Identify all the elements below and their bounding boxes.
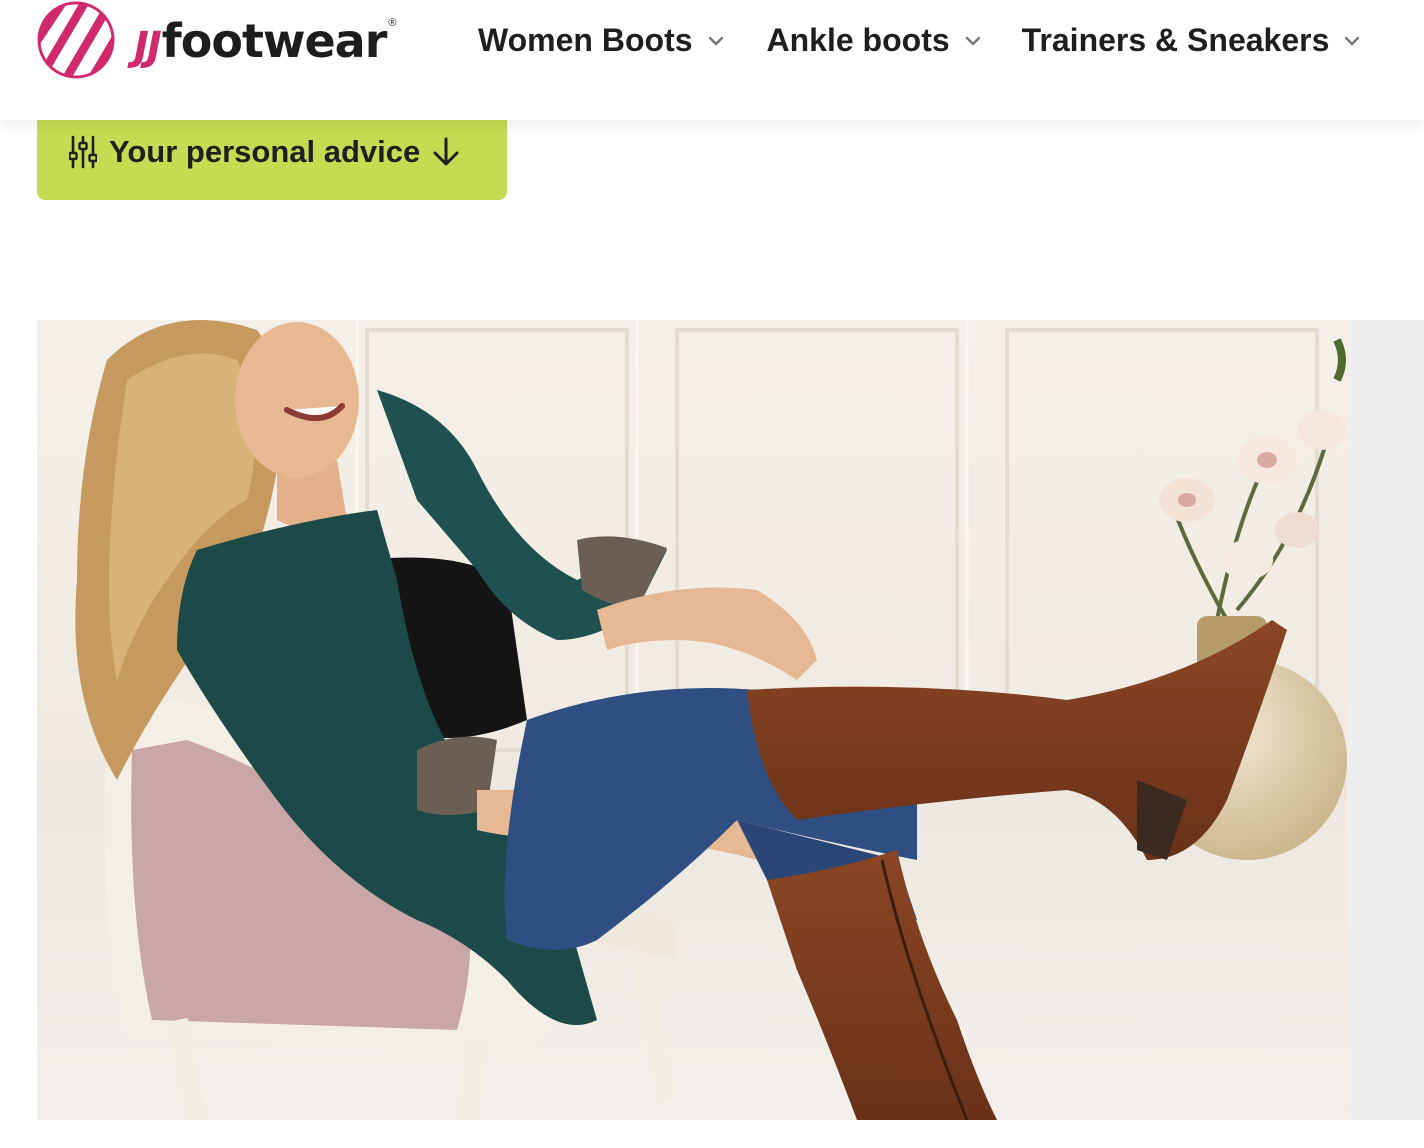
striped-globe-icon [37, 1, 115, 79]
registered-mark: ® [388, 17, 397, 29]
arrow-down-icon [433, 137, 459, 165]
nav-item-women-boots[interactable]: Women Boots [478, 22, 725, 59]
hero-image [37, 320, 1347, 1120]
nav-item-label: Ankle boots [766, 21, 950, 58]
brand-name: footwear [161, 14, 388, 68]
nav-item-ankle-boots[interactable]: Ankle boots [767, 22, 982, 59]
nav-item-label: Women Boots [478, 21, 693, 58]
chevron-down-icon [1345, 36, 1360, 46]
chevron-down-icon [708, 36, 723, 46]
nav-item-trainers-sneakers[interactable]: Trainers & Sneakers [1022, 22, 1362, 59]
nav-item-label: Trainers & Sneakers [1021, 21, 1330, 58]
chevron-down-icon [965, 36, 980, 46]
brand-prefix: JJ [134, 24, 162, 70]
site-header: JJ footwear ® Women Boots Ankle boots Tr… [0, 0, 1424, 120]
sliders-icon [69, 135, 97, 168]
hero-side-panel [1347, 320, 1424, 1120]
brand-logo[interactable]: JJ footwear ® [36, 0, 397, 82]
personal-advice-label: Your personal advice [109, 133, 421, 169]
hero-illustration [37, 320, 1347, 1120]
main-nav: Women Boots Ankle boots Trainers & Sneak… [478, 14, 1361, 66]
